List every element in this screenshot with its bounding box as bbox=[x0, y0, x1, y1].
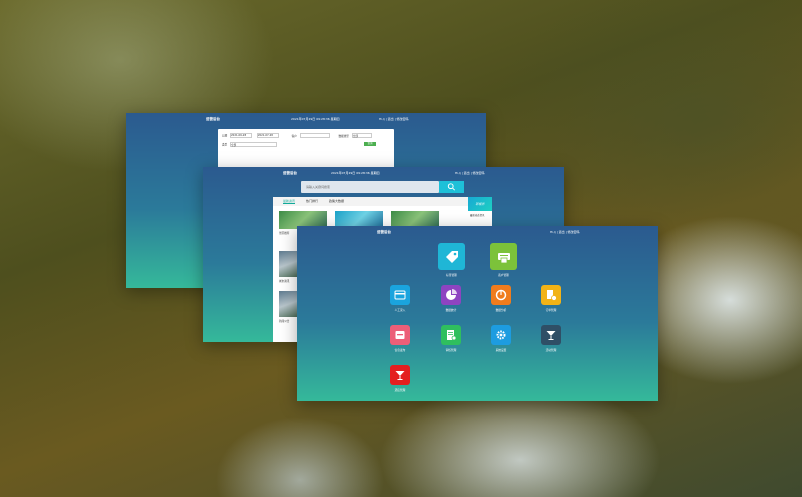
tile-label: 数据分析 bbox=[495, 308, 507, 312]
tile-label: 标签管理 bbox=[446, 273, 457, 277]
tile-settings[interactable]: 系统设置 bbox=[491, 325, 511, 352]
tile-label: 活动管理 bbox=[545, 348, 557, 352]
date-from-input[interactable]: 2021-06-28 bbox=[230, 133, 253, 138]
tile-label: 数据统计 bbox=[445, 308, 457, 312]
news-caption[interactable]: 景区推荐 bbox=[279, 231, 289, 235]
brand-title: 运营后台 bbox=[206, 117, 220, 121]
window-front: 运营后台 Hi,lj | 退出 | 修改密码 标签管理 商户管理 人工录入 数据… bbox=[297, 226, 658, 401]
filter-row-date: 日期 2021-06-28 2021-07-28 客户 数据类型 全部 bbox=[222, 133, 390, 139]
date-label: 日期 bbox=[222, 134, 228, 138]
datetime: 2021年07月29日 09:28:36 星期四 bbox=[291, 117, 340, 121]
tile-statistics[interactable]: 数据统计 bbox=[441, 285, 461, 312]
data-type-label: 数据类型 bbox=[338, 134, 349, 138]
cocktail-icon bbox=[541, 325, 561, 345]
tile-review[interactable]: 审核管理 bbox=[441, 325, 461, 352]
tile-label: 商户管理 bbox=[498, 273, 509, 277]
top-bar: 运营后台 2021年07月29日 09:28:36 星期四 Hi,lj | 退出… bbox=[203, 167, 564, 179]
data-type-value: 全部 bbox=[352, 135, 358, 138]
tile-hotel[interactable]: 酒店管理 bbox=[390, 365, 410, 392]
search-icon bbox=[447, 183, 456, 191]
tile-label: 酒店管理 bbox=[394, 388, 406, 392]
tile-tag[interactable]: 标签管理 bbox=[438, 243, 465, 277]
news-tabs: 最新资讯 热门排行 政策大数据 bbox=[273, 197, 468, 206]
tile-merchant[interactable]: 商户管理 bbox=[490, 243, 517, 277]
cocktail-icon bbox=[390, 365, 410, 385]
tile-publish[interactable]: 信息发布 bbox=[390, 325, 410, 352]
tab-latest[interactable]: 最新资讯 bbox=[283, 199, 296, 204]
form-edit-icon bbox=[441, 325, 461, 345]
tile-manual-entry[interactable]: 人工录入 bbox=[390, 285, 410, 312]
date-to-input[interactable]: 2021-07-28 bbox=[256, 133, 279, 138]
tile-label: 信息发布 bbox=[394, 348, 406, 352]
tab-hot[interactable]: 热门排行 bbox=[306, 199, 318, 203]
card-icon bbox=[390, 285, 410, 305]
tile-label: 系统设置 bbox=[495, 348, 507, 352]
brand-title: 运营后台 bbox=[283, 171, 297, 175]
brand-title: 运营后台 bbox=[377, 230, 391, 234]
date-from-value: 2021-06-28 bbox=[231, 134, 247, 137]
tile-orders[interactable]: 订单管理 bbox=[541, 285, 561, 312]
tile-analysis[interactable]: 数据分析 bbox=[491, 285, 511, 312]
user-menu[interactable]: Hi,lj | 退出 | 修改密码 bbox=[455, 171, 485, 175]
inbox-icon bbox=[390, 325, 410, 345]
document-settings-icon bbox=[541, 285, 561, 305]
news-caption[interactable]: 城市资讯 bbox=[279, 279, 289, 283]
tile-label: 审核管理 bbox=[445, 348, 457, 352]
tile-label: 人工录入 bbox=[394, 308, 406, 312]
search-button[interactable]: 查询 bbox=[364, 142, 376, 146]
news-caption[interactable]: 新闻公告 bbox=[279, 319, 289, 323]
chart-icon bbox=[491, 285, 511, 305]
tab-policy[interactable]: 政策大数据 bbox=[329, 199, 344, 203]
tag-icon bbox=[438, 243, 465, 270]
customer-label: 客户 bbox=[291, 134, 297, 138]
type-value: 全部 bbox=[231, 144, 237, 147]
date-to-value: 2021-07-28 bbox=[257, 134, 273, 137]
gear-icon bbox=[491, 325, 511, 345]
customer-input[interactable] bbox=[299, 133, 330, 138]
type-label: 类型 bbox=[222, 143, 228, 147]
type-select[interactable]: 全部 bbox=[230, 142, 278, 147]
top-bar: 运营后台 2021年07月29日 09:28:36 星期四 Hi,lj | 退出… bbox=[126, 113, 486, 125]
search-input[interactable]: 请输入关键词搜索 bbox=[301, 181, 439, 193]
printer-icon bbox=[490, 243, 517, 270]
tile-label: 订单管理 bbox=[545, 308, 557, 312]
pie-chart-icon bbox=[441, 285, 461, 305]
news-thumbnail[interactable] bbox=[279, 291, 299, 317]
news-thumbnail[interactable] bbox=[279, 251, 299, 277]
side-logo: 新视界 bbox=[468, 197, 492, 211]
side-text[interactable]: 最新动态资讯 bbox=[468, 211, 492, 219]
search-button[interactable] bbox=[439, 181, 464, 193]
user-menu[interactable]: Hi,lj | 退出 | 修改密码 bbox=[550, 230, 580, 234]
user-menu[interactable]: Hi,lj | 退出 | 修改密码 bbox=[379, 117, 409, 121]
data-type-select[interactable]: 全部 bbox=[351, 133, 372, 138]
datetime: 2021年07月29日 09:28:36 星期四 bbox=[331, 171, 380, 175]
top-bar: 运营后台 Hi,lj | 退出 | 修改密码 bbox=[297, 226, 658, 238]
tile-activities[interactable]: 活动管理 bbox=[541, 325, 561, 352]
